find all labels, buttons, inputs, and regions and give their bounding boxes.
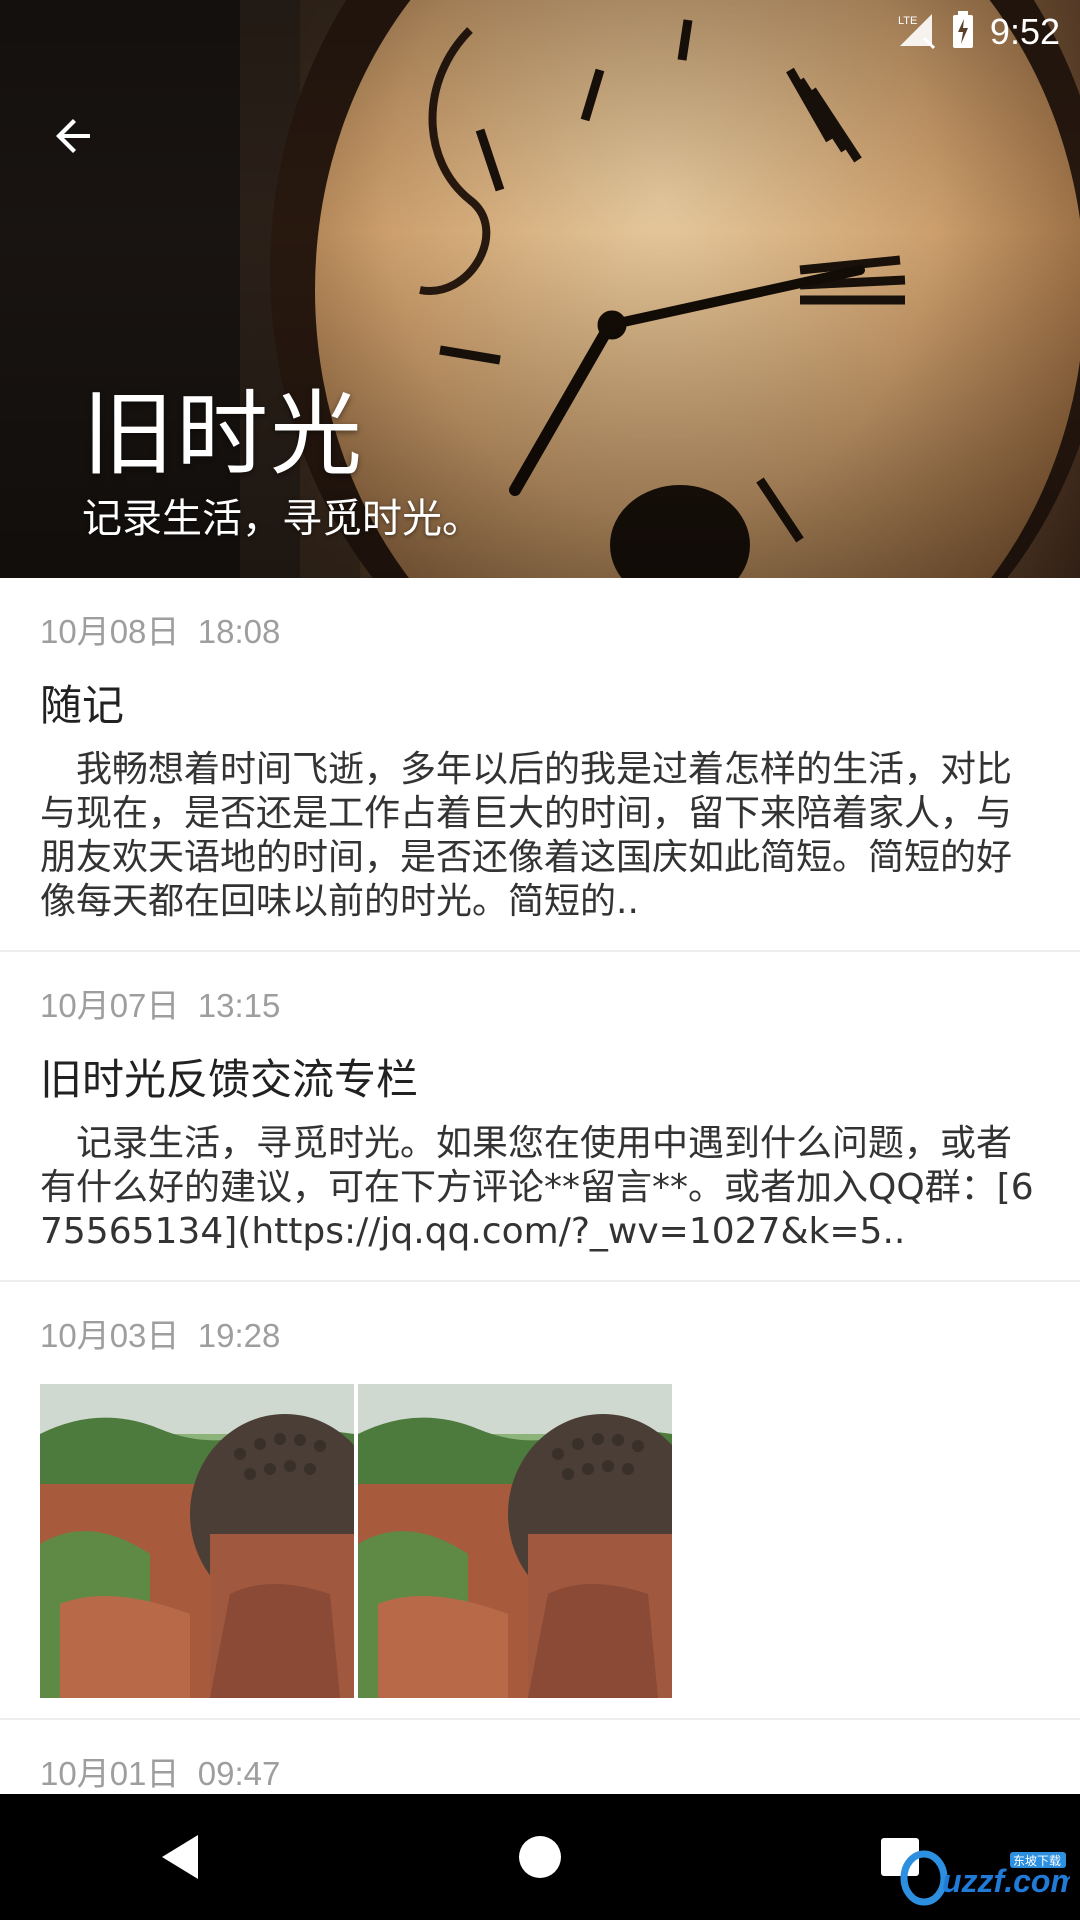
post-card[interactable]: 10月07日 13:15 旧时光反馈交流专栏 记录生活，寻觅时光。如果您在使用中… — [0, 952, 1080, 1282]
arrow-back-icon — [56, 119, 90, 153]
uzzf-watermark-logo: uzzf.com 东坡下载 — [900, 1848, 1079, 1906]
page-subtitle: 记录生活，寻觅时光。 — [82, 496, 482, 542]
post-date-day: 10月07日 — [40, 987, 180, 1024]
status-time: 9:52 — [989, 11, 1060, 52]
svg-text:LTE: LTE — [898, 15, 917, 27]
post-date: 10月01日 09:47 — [40, 1720, 1040, 1796]
post-excerpt: 记录生活，寻觅时光。如果您在使用中遇到什么问题，或者有什么好的建议，可在下方评论… — [40, 1123, 1034, 1252]
post-date: 10月07日 13:15 — [40, 952, 1040, 1028]
post-list: 10月08日 18:08 随记 我畅想着时间飞逝，多年以后的我是过着怎样的生活，… — [0, 578, 1080, 1840]
buddha-photo-image — [358, 1384, 672, 1698]
lte-signal-icon: LTE — [896, 10, 936, 54]
circle-home-icon — [519, 1836, 561, 1878]
post-image-thumbnail[interactable] — [40, 1384, 354, 1698]
post-date-time: 19:28 — [197, 1317, 281, 1354]
post-date-day: 10月08日 — [40, 613, 180, 650]
post-card[interactable]: 10月03日 19:28 — [0, 1282, 1080, 1720]
post-image-thumbnail[interactable] — [358, 1384, 672, 1698]
status-bar: LTE 9:52 — [896, 10, 1060, 54]
triangle-back-icon — [162, 1835, 198, 1879]
post-title: 随记 — [40, 681, 125, 730]
nav-back-button[interactable] — [120, 1797, 240, 1917]
nav-home-button[interactable] — [480, 1797, 600, 1917]
header-banner: LTE 9:52 旧时光 记录生活，寻觅时光。 — [0, 0, 1080, 578]
post-date-day: 10月03日 — [40, 1317, 180, 1354]
post-title: 旧时光反馈交流专栏 — [40, 1055, 419, 1104]
post-date-time: 18:08 — [197, 613, 281, 650]
battery-charging-icon — [950, 10, 976, 54]
page-title: 旧时光 — [82, 381, 365, 488]
post-card[interactable]: 10月08日 18:08 随记 我畅想着时间飞逝，多年以后的我是过着怎样的生活，… — [0, 578, 1080, 952]
buddha-photo-image — [40, 1384, 354, 1698]
post-date-day: 10月01日 — [40, 1755, 180, 1792]
post-date: 10月08日 18:08 — [40, 578, 1040, 654]
post-date: 10月03日 19:28 — [40, 1282, 1040, 1358]
post-date-time: 13:15 — [197, 987, 281, 1024]
svg-text:uzzf.com: uzzf.com — [942, 1863, 1070, 1899]
svg-text:东坡下载: 东坡下载 — [1013, 1854, 1061, 1868]
back-button[interactable] — [38, 100, 110, 172]
post-date-time: 09:47 — [197, 1755, 281, 1792]
post-excerpt: 我畅想着时间飞逝，多年以后的我是过着怎样的生活，对比与现在，是否还是工作占着巨大… — [40, 749, 1013, 922]
post-image-grid — [40, 1384, 1040, 1698]
